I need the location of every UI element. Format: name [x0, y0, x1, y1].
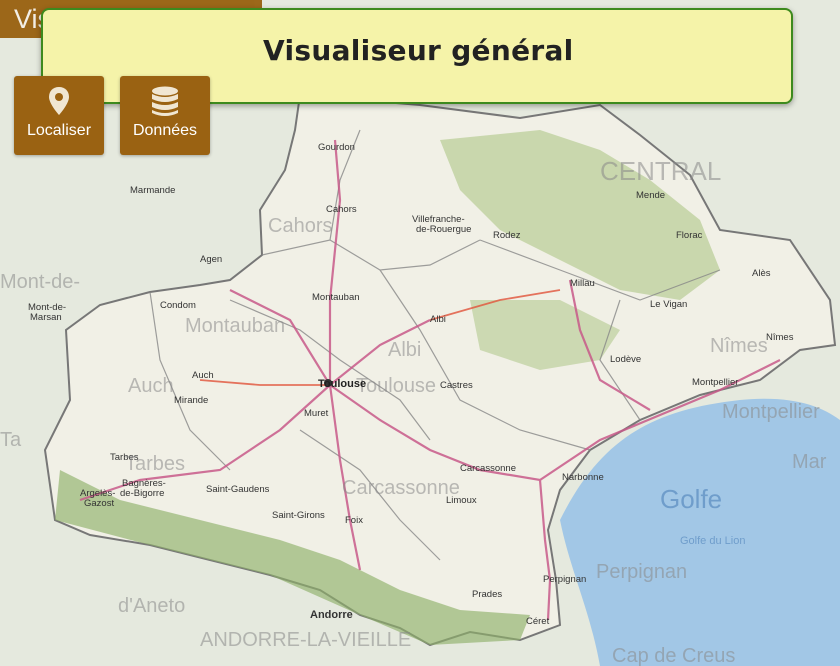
map-label-city: Millau [570, 278, 595, 289]
map-label-ghost: Montauban [185, 315, 285, 337]
map-label-city: Saint-Gaudens [206, 484, 270, 495]
map-label-city: Auch [192, 370, 214, 381]
map-label-city: de-Bigorre [120, 488, 164, 499]
map-label-city: Perpignan [543, 574, 586, 585]
map-label-ghost: Toulouse [356, 375, 436, 397]
map-label-ghost: Nîmes [710, 335, 768, 357]
localiser-label: Localiser [26, 122, 92, 139]
map-label-ghost: Cap de Creus [612, 645, 735, 666]
map-label-city: Prades [472, 589, 502, 600]
donnees-button[interactable]: Données [120, 76, 210, 155]
map-label-ghost: CENTRAL [600, 156, 721, 186]
map-label-ghost: Cahors [268, 215, 332, 237]
database-icon [120, 86, 210, 116]
map-label-ghost: Tarbes [125, 453, 185, 475]
map-label-city: Cahors [326, 204, 357, 215]
map-label-city: Gazost [84, 498, 114, 509]
map-pin-icon [14, 86, 104, 116]
map-label-city: Albi [430, 314, 446, 325]
localiser-button[interactable]: Localiser [14, 76, 104, 155]
map-label-city: Narbonne [562, 472, 604, 483]
map-label-city: Céret [526, 616, 550, 627]
map-label-city: Carcassonne [460, 463, 516, 474]
map-label-city: Foix [345, 515, 363, 526]
map-label-city: Andorre [310, 609, 353, 621]
map-label-city: Castres [440, 380, 473, 391]
map-label-city: Mirande [174, 395, 208, 406]
map-label-city: Marmande [130, 185, 175, 196]
map-label-ghost: Montpellier [722, 401, 820, 423]
map-label-city: Lodève [610, 354, 641, 365]
map-label-city: de-Rouergue [416, 224, 471, 235]
map-label-city: Montauban [312, 292, 360, 303]
donnees-label: Données [132, 122, 198, 139]
map-label-city: Agen [200, 254, 222, 265]
map-label-city: Marsan [30, 312, 62, 323]
banner-title: Visualiseur général [263, 34, 574, 67]
map-label-city: Gourdon [318, 142, 355, 153]
map-label-city: Montpellier [692, 377, 738, 388]
map-label-ghost: d'Aneto [118, 595, 185, 617]
map-label-ghost: Perpignan [596, 561, 687, 583]
map-label-sea: Golfe du Lion [680, 535, 745, 547]
map-label-ghost: Albi [388, 339, 421, 361]
map-label-ghost: Mont-de- [0, 271, 80, 293]
map-label-city: Mende [636, 190, 665, 201]
map-label-city: Le Vigan [650, 299, 687, 310]
map-label-city: Florac [676, 230, 703, 241]
map-label-city: Muret [304, 408, 329, 419]
map-label-ghost: Auch [128, 375, 174, 397]
map-label-ghost: Ta [0, 429, 22, 451]
map-label-sea: Golfe [660, 484, 722, 514]
map-label-capital: Toulouse [318, 378, 366, 390]
map-label-city: Saint-Girons [272, 510, 325, 521]
svg-text:Toulouse: Toulouse [318, 378, 366, 390]
map-label-city: Alès [752, 268, 771, 279]
map-label-ghost: Mar [792, 451, 827, 473]
map-label-city: Rodez [493, 230, 521, 241]
map-label-ghost: ANDORRE-LA-VIEILLE [200, 629, 411, 651]
map-label-ghost: Carcassonne [342, 477, 460, 499]
map-label-city: Condom [160, 300, 196, 311]
map-label-city: Nîmes [766, 332, 794, 343]
